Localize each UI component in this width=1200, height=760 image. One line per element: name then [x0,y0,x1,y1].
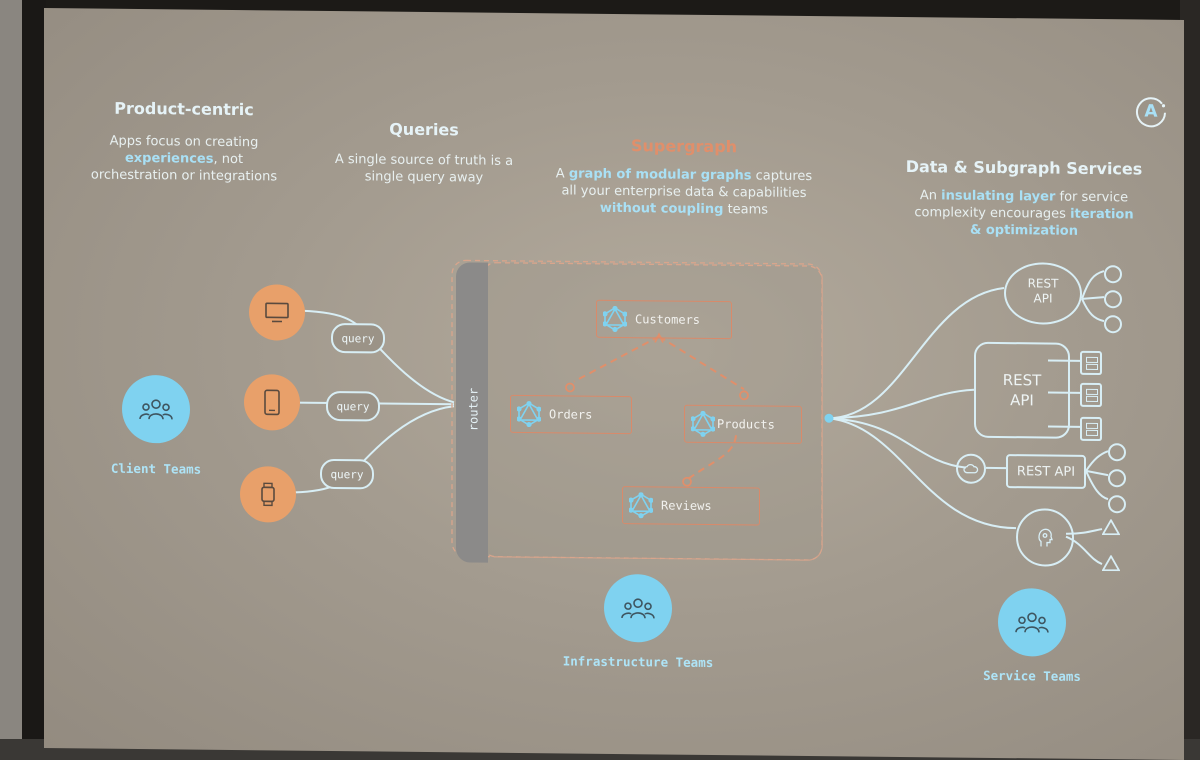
people-icon [620,597,656,619]
subgraph-customers: Customers [596,300,732,339]
device-phone [244,374,300,431]
query-pill: query [331,323,385,354]
subgraph-label: Products [717,417,775,432]
head-ai-icon [1037,527,1053,547]
client-teams-avatar [122,375,190,444]
subgraph-label: Customers [635,312,700,327]
subgraph-orders: Orders [510,395,632,434]
service-rest-api-box: REST API [974,342,1070,439]
subgraph-label: Reviews [661,498,712,513]
service-teams-label: Service Teams [972,668,1092,684]
connector-svc3 [829,418,966,467]
people-icon [1014,611,1050,633]
service-label-line: REST [1006,276,1080,292]
service-rest-api-circle: REST API [1004,262,1082,325]
service-label-line: REST [976,370,1068,391]
service-label-line: API [1006,291,1080,307]
triangle-icon [1102,555,1120,575]
phone-icon [263,388,281,416]
database-icon [1080,417,1102,441]
graphql-icon [603,306,627,332]
child-node-circle [1108,495,1126,513]
subgraph-reviews: Reviews [622,486,760,525]
child-node-circle [1104,265,1122,283]
cloud-node [956,454,986,484]
service-label-line: REST API [1008,464,1084,480]
screen-bezel-left [22,0,46,739]
device-watch [240,466,296,523]
database-icon [1080,351,1102,375]
infrastructure-teams-label: Infrastructure Teams [548,653,728,670]
monitor-icon [264,301,290,323]
query-pill: query [320,459,374,490]
database-icon [1080,383,1102,407]
service-ai-circle [1016,508,1074,567]
client-teams-label: Client Teams [96,461,216,477]
subgraph-label: Orders [549,407,592,421]
child-node-circle [1108,469,1126,487]
cloud-icon [963,464,979,474]
service-teams-avatar [998,588,1066,657]
service-rest-api-small: REST API [1006,454,1086,489]
device-monitor [249,284,305,341]
router-label: router [467,388,481,432]
projected-slide: A Product-centric Apps focus on creating… [44,8,1184,760]
graphql-icon [691,411,715,437]
service-label-line: API [976,390,1068,411]
triangle-icon [1102,519,1120,539]
child-node-circle [1104,290,1122,308]
child-node-circle [1104,315,1122,333]
watch-icon [259,481,277,507]
graphql-icon [629,492,653,518]
query-pill: query [326,391,380,422]
infrastructure-teams-avatar [604,574,672,643]
people-icon [138,398,174,420]
wall [0,0,22,739]
child-node-circle [1108,443,1126,461]
subgraph-products: Products [684,405,802,444]
graphql-icon [517,401,541,427]
